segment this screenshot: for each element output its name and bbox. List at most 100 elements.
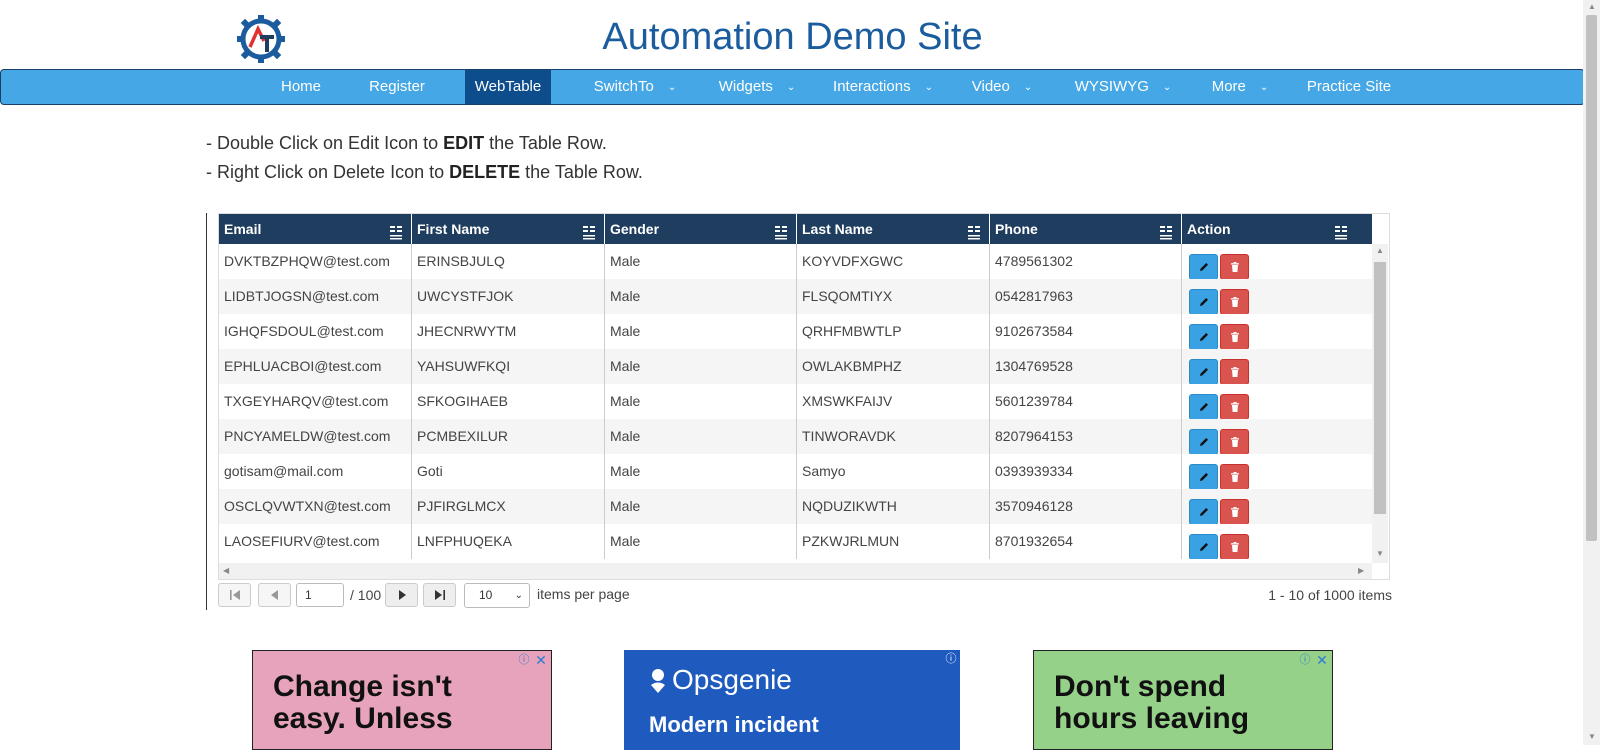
page-scroll-thumb[interactable]: [1586, 15, 1597, 541]
edit-row-button[interactable]: [1189, 429, 1218, 454]
cell-email: LAOSEFIURV@test.com: [219, 524, 412, 559]
cell-gender: Male: [605, 244, 797, 279]
pencil-icon: [1199, 508, 1208, 516]
trash-icon: [1230, 262, 1239, 272]
sort-icon[interactable]: [582, 221, 596, 240]
scroll-right-icon[interactable]: ▶: [1358, 566, 1364, 575]
nav-interactions[interactable]: Interactions ⌄: [827, 70, 939, 104]
table-row: PNCYAMELDW@test.com PCMBEXILUR Male TINWORA…: [219, 419, 1372, 454]
web-table-container: Email First Name Gender Last Name Phone …: [206, 213, 1396, 610]
chevron-down-icon: ⌄: [1023, 82, 1033, 93]
ad-banner-1[interactable]: Change isn't easy. Unless ⓘ ✕: [252, 650, 552, 750]
next-page-button[interactable]: [385, 583, 418, 607]
delete-row-button[interactable]: [1220, 534, 1249, 559]
edit-row-button[interactable]: [1189, 499, 1218, 524]
items-count-info: 1 - 10 of 1000 items: [1268, 587, 1392, 603]
cell-phone: 9102673584: [990, 314, 1182, 349]
page-vertical-scrollbar[interactable]: ▲ ▼: [1583, 0, 1600, 745]
last-page-button[interactable]: [423, 583, 456, 607]
edit-row-button[interactable]: [1189, 254, 1218, 279]
nav-wysiwyg[interactable]: WYSIWYG ⌄: [1068, 70, 1178, 104]
nav-register[interactable]: Register: [359, 70, 435, 104]
cell-email: OSCLQVWTXN@test.com: [219, 489, 412, 524]
table-scroll-thumb[interactable]: [1374, 262, 1386, 514]
ad-info-icon[interactable]: ⓘ: [944, 652, 958, 666]
cell-last-name: FLSQOMTIYX: [797, 279, 990, 314]
delete-row-button[interactable]: [1220, 289, 1249, 314]
ad-close-icon[interactable]: ✕: [1315, 653, 1329, 667]
ad-info-icon[interactable]: ⓘ: [1298, 653, 1312, 667]
nav-more[interactable]: More ⌄: [1202, 70, 1278, 104]
items-per-page-label: items per page: [537, 586, 630, 602]
nav-video[interactable]: Video ⌄: [962, 70, 1042, 104]
delete-row-button[interactable]: [1220, 254, 1249, 279]
table-row: gotisam@mail.com Goti Male Samyo 0393939334: [219, 454, 1372, 489]
column-header-last-name[interactable]: Last Name: [797, 214, 990, 244]
cell-gender: Male: [605, 279, 797, 314]
edit-row-button[interactable]: [1189, 324, 1218, 349]
ad-info-icon[interactable]: ⓘ: [517, 653, 531, 667]
scroll-down-icon[interactable]: ▼: [1376, 549, 1384, 558]
nav-switchto[interactable]: SwitchTo ⌄: [585, 70, 685, 104]
edit-row-button[interactable]: [1189, 464, 1218, 489]
column-header-email[interactable]: Email: [219, 214, 412, 244]
cell-email: gotisam@mail.com: [219, 454, 412, 489]
nav-webtable-label: WebTable: [474, 78, 542, 95]
first-page-button[interactable]: [218, 583, 251, 607]
scroll-left-icon[interactable]: ◀: [223, 566, 229, 575]
cell-gender: Male: [605, 349, 797, 384]
table-header: Email First Name Gender Last Name Phone …: [219, 214, 1372, 244]
ad-close-icon[interactable]: ✕: [534, 653, 548, 667]
scroll-down-icon[interactable]: ▼: [1588, 732, 1596, 741]
table-row: IGHQFSDOUL@test.com JHECNRWYTM Male QRHFMBW…: [219, 314, 1372, 349]
scroll-up-icon[interactable]: ▲: [1588, 2, 1596, 11]
cell-gender: Male: [605, 314, 797, 349]
instruction-delete-suffix: the Table Row.: [520, 162, 643, 182]
sort-icon[interactable]: [967, 221, 981, 240]
cell-phone: 5601239784: [990, 384, 1182, 419]
cell-last-name: PZKWJRLMUN: [797, 524, 990, 559]
ad-banner-2[interactable]: Opsgenie Modern incident ⓘ: [624, 650, 960, 750]
cell-last-name: NQDUZIKWTH: [797, 489, 990, 524]
ad-banner-3-headline: Don't spend hours leaving: [1054, 671, 1249, 735]
delete-row-button[interactable]: [1220, 429, 1249, 454]
edit-row-button[interactable]: [1189, 534, 1218, 559]
nav-practice-site[interactable]: Practice Site: [1303, 70, 1395, 104]
table-vertical-scrollbar[interactable]: ▲ ▼: [1372, 244, 1388, 563]
scroll-up-icon[interactable]: ▲: [1376, 246, 1384, 255]
nav-widgets[interactable]: Widgets ⌄: [707, 70, 807, 104]
delete-row-button[interactable]: [1220, 464, 1249, 489]
column-header-first-name[interactable]: First Name: [412, 214, 605, 244]
prev-page-button[interactable]: [258, 583, 291, 607]
sort-icon[interactable]: [1334, 221, 1348, 240]
column-header-phone[interactable]: Phone: [990, 214, 1182, 244]
trash-icon: [1230, 507, 1239, 517]
sort-icon[interactable]: [389, 221, 403, 240]
nav-register-label: Register: [369, 78, 425, 95]
delete-row-button[interactable]: [1220, 359, 1249, 384]
table-horizontal-scrollbar[interactable]: ◀ ▶: [219, 563, 1372, 579]
page-number-input[interactable]: [296, 583, 344, 607]
instruction-delete-bold: DELETE: [449, 162, 521, 182]
table-row: LAOSEFIURV@test.com LNFPHUQEKA Male PZKWJRL…: [219, 524, 1372, 559]
web-table: Email First Name Gender Last Name Phone …: [218, 213, 1390, 580]
opsgenie-logo-icon: [649, 668, 667, 699]
sort-icon[interactable]: [774, 221, 788, 240]
edit-row-button[interactable]: [1189, 394, 1218, 419]
trash-icon: [1230, 297, 1239, 307]
delete-row-button[interactable]: [1220, 394, 1249, 419]
delete-row-button[interactable]: [1220, 324, 1249, 349]
column-header-gender[interactable]: Gender: [605, 214, 797, 244]
ad-banner-3[interactable]: Don't spend hours leaving ⓘ ✕: [1033, 650, 1333, 750]
column-header-email-label: Email: [224, 221, 262, 237]
edit-row-button[interactable]: [1189, 289, 1218, 314]
page-size-select[interactable]: 10 ⌄: [464, 583, 530, 608]
nav-webtable[interactable]: WebTable: [465, 70, 551, 104]
cell-last-name: TINWORAVDK: [797, 419, 990, 454]
column-header-action[interactable]: Action: [1182, 214, 1372, 244]
nav-home[interactable]: Home: [271, 70, 331, 104]
cell-phone: 8701932654: [990, 524, 1182, 559]
edit-row-button[interactable]: [1189, 359, 1218, 384]
delete-row-button[interactable]: [1220, 499, 1249, 524]
sort-icon[interactable]: [1159, 221, 1173, 240]
